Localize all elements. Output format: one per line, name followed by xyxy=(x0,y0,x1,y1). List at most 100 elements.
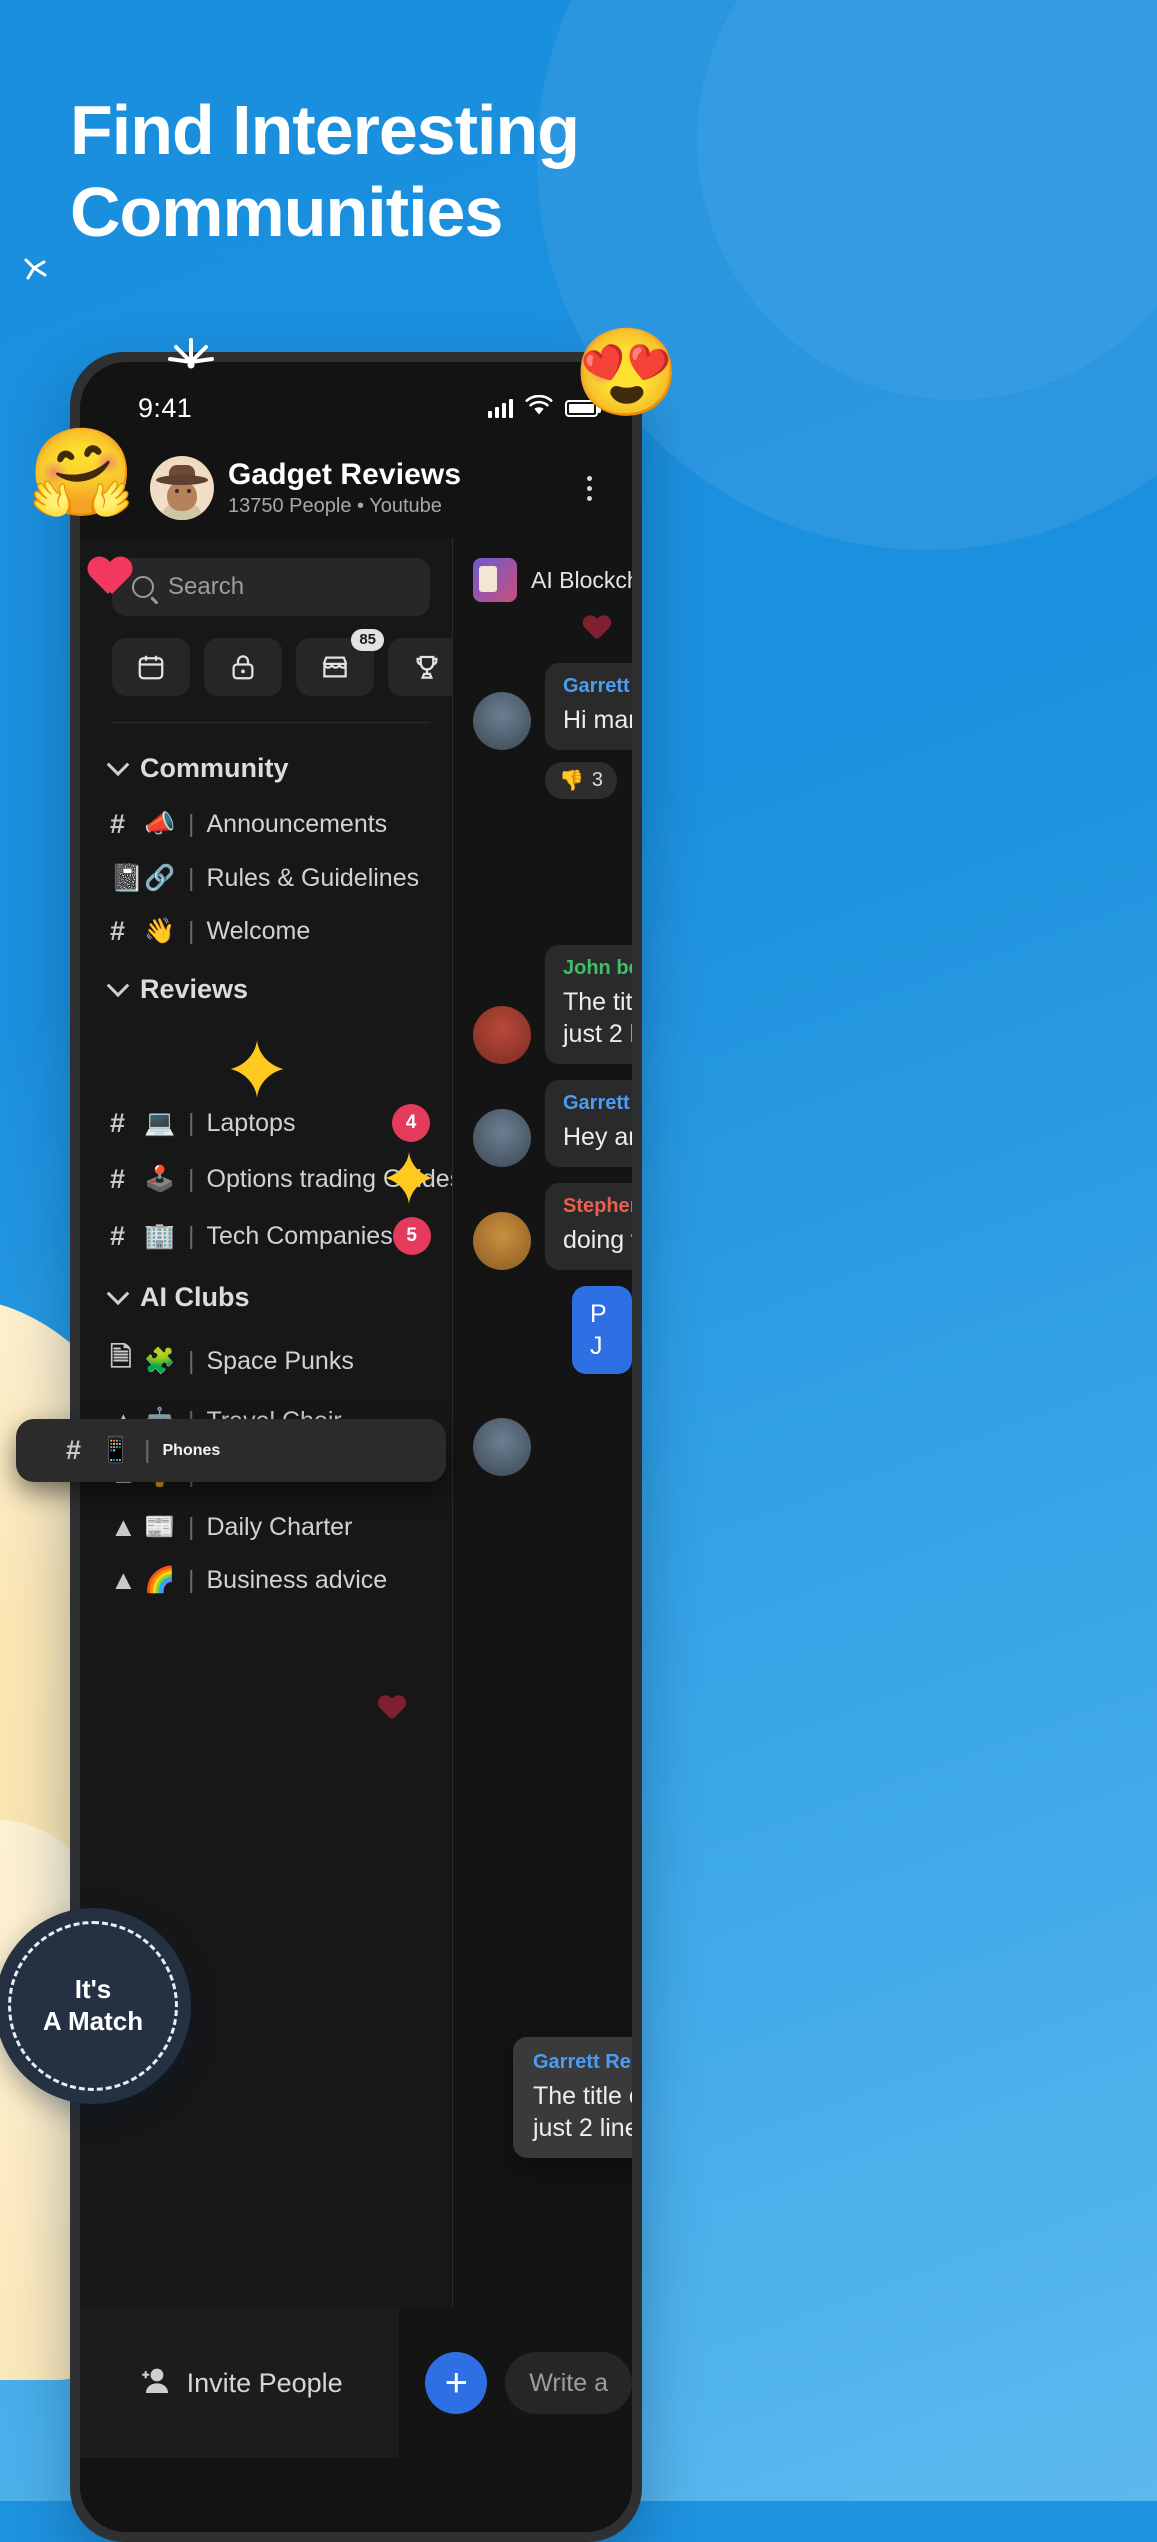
message-author: Garrett I xyxy=(563,1092,632,1114)
bottom-bar: Invite People + Write a xyxy=(80,2308,632,2458)
channel-name: Welcome xyxy=(206,917,311,945)
lock-chip[interactable] xyxy=(204,638,282,696)
hash-icon: # xyxy=(110,1107,126,1138)
channel-tech-companies[interactable]: # 🏢 | Tech Companies 5 xyxy=(80,1206,452,1266)
status-bar: 9:41 xyxy=(80,362,632,440)
page-title: Gadget Reviews xyxy=(228,458,462,491)
signal-bars-icon xyxy=(488,398,513,418)
store-chip-badge: 85 xyxy=(351,629,384,651)
search-icon xyxy=(132,576,154,598)
unread-badge: 4 xyxy=(392,1104,430,1142)
hero-line-2: Communities xyxy=(70,173,503,252)
channel-daily-charter[interactable]: ▲ 📰 | Daily Charter xyxy=(80,1501,452,1554)
hash-icon: # xyxy=(110,809,126,839)
kebab-menu-icon[interactable] xyxy=(577,468,602,509)
avatar xyxy=(473,1109,531,1167)
unread-badge: 5 xyxy=(392,1217,431,1255)
invite-people-button[interactable]: Invite People xyxy=(80,2308,400,2458)
avatar xyxy=(473,1212,531,1270)
message-reaction[interactable]: 👎 3 xyxy=(545,762,618,799)
reaction-count: 3 xyxy=(591,769,604,791)
sparkle-decor-phone-top xyxy=(163,326,219,370)
channel-name: Business advice xyxy=(206,1566,388,1594)
channel-separator: | xyxy=(188,863,195,892)
sparkle-sticker-yellow-small xyxy=(381,1150,437,1211)
group-header-community[interactable]: Community xyxy=(80,737,452,798)
floating-message-card[interactable]: Garrett Reid The title of the product ju… xyxy=(513,2037,632,2158)
hero-headline: Find Interesting Communities xyxy=(70,95,580,252)
channel-name: Space Punks xyxy=(206,1346,354,1375)
message-author: Garrett I xyxy=(563,675,632,697)
channel-name: Daily Charter xyxy=(206,1513,353,1541)
channel-name: Rules & Guidelines xyxy=(206,863,420,892)
message-bubble: Stephen doing w xyxy=(545,1183,632,1270)
channel-emoji-icon: 🧩 xyxy=(144,1346,176,1375)
plus-icon[interactable]: + xyxy=(425,2352,488,2414)
hash-icon: # xyxy=(66,1435,82,1465)
filter-chip-row: 85 › xyxy=(80,616,492,696)
channel-business-advice[interactable]: ▲ 🌈 | Business advice xyxy=(80,1554,452,1607)
message-author: Stephen xyxy=(563,1195,632,1217)
channel-phones-selected[interactable]: # 📱 | Phones xyxy=(16,1419,446,1482)
channel-announcements[interactable]: # 📣 | Announcements xyxy=(80,798,452,851)
message-text: Hey an xyxy=(563,1123,632,1151)
chevron-down-icon xyxy=(106,752,130,776)
channel-separator: | xyxy=(144,1436,151,1464)
pinned-label: AI Blockcha xyxy=(531,566,632,593)
message-bubble: Garrett I Hey an xyxy=(545,1080,632,1167)
channel-emoji-icon: 🕹️ xyxy=(144,1165,176,1193)
avatar xyxy=(473,692,531,750)
channel-space-punks[interactable]: 🗎 🧩 | Space Punks xyxy=(80,1327,452,1395)
locked-doc-icon: 🗎 xyxy=(110,1342,132,1372)
status-time: 9:41 xyxy=(138,392,193,423)
hash-icon: # xyxy=(110,1220,126,1251)
avatar xyxy=(473,1006,531,1064)
channel-emoji-icon: 🔗 xyxy=(144,863,176,892)
shapes-icon: ▲ xyxy=(110,1565,137,1595)
pinned-item[interactable]: AI Blockcha xyxy=(453,552,632,602)
heart-eyes-emoji-sticker: 😍 xyxy=(573,325,681,421)
group-label: Reviews xyxy=(140,974,249,1004)
book-icon: 📓 xyxy=(110,863,144,893)
header-subtitle: 13750 People • Youtube xyxy=(228,495,442,517)
header-text-block: Gadget Reviews 13750 People • Youtube xyxy=(228,458,563,518)
message-row[interactable]: Stephen doing w xyxy=(453,1167,632,1270)
thumbs-down-icon: 👎 xyxy=(559,770,584,792)
message-bubble: Garrett I Hi man xyxy=(545,663,632,750)
hash-icon: # xyxy=(110,916,126,946)
message-row[interactable]: Garrett I Hey an xyxy=(453,1064,632,1167)
own-message-row[interactable]: P J xyxy=(453,1270,632,1374)
channel-welcome[interactable]: # 👋 | Welcome xyxy=(80,905,452,958)
channel-separator: | xyxy=(188,1513,195,1541)
group-header-reviews[interactable]: Reviews xyxy=(80,958,452,1019)
message-text: The title just 2 li xyxy=(563,988,632,1048)
channel-rules-guidelines[interactable]: 📓 🔗 | Rules & Guidelines xyxy=(80,851,452,905)
message-composer: + Write a xyxy=(399,2308,632,2458)
message-row[interactable]: Garrett I Hi man xyxy=(453,647,632,750)
message-author: Garrett Reid xyxy=(533,2051,632,2073)
reaction-heart-small xyxy=(453,616,632,647)
channel-separator: | xyxy=(188,1566,195,1594)
channel-separator: | xyxy=(188,1221,195,1250)
message-text: Hi man xyxy=(563,706,632,734)
match-badge: It's A Match xyxy=(0,1908,191,2104)
channel-name: Tech Companies xyxy=(206,1221,393,1250)
calendar-chip[interactable] xyxy=(112,638,190,696)
message-row[interactable]: John ber The title just 2 li xyxy=(453,929,632,1064)
chevron-down-icon xyxy=(106,973,130,997)
search-input[interactable]: Search xyxy=(112,558,430,616)
channel-separator: | xyxy=(188,810,195,838)
store-chip[interactable]: 85 xyxy=(296,629,384,696)
app-header: ‹ Gadget Reviews 13750 People • Youtube xyxy=(80,440,632,538)
message-row[interactable] xyxy=(453,1402,632,1476)
match-line-2: A Match xyxy=(42,2006,144,2036)
group-header-ai-clubs[interactable]: AI Clubs xyxy=(80,1266,452,1327)
chat-scroll[interactable]: AI Blockcha Garrett I Hi man 👎 xyxy=(453,538,632,2308)
community-avatar[interactable] xyxy=(150,456,214,520)
sparkle-decor-left xyxy=(14,246,54,286)
sparkle-sticker-yellow-mid xyxy=(226,1038,288,1105)
channel-separator: | xyxy=(188,1165,195,1193)
message-text: The title of the product just 2 lines an… xyxy=(533,2082,632,2142)
group-label: AI Clubs xyxy=(140,1282,250,1312)
message-input[interactable]: Write a xyxy=(505,2352,632,2414)
